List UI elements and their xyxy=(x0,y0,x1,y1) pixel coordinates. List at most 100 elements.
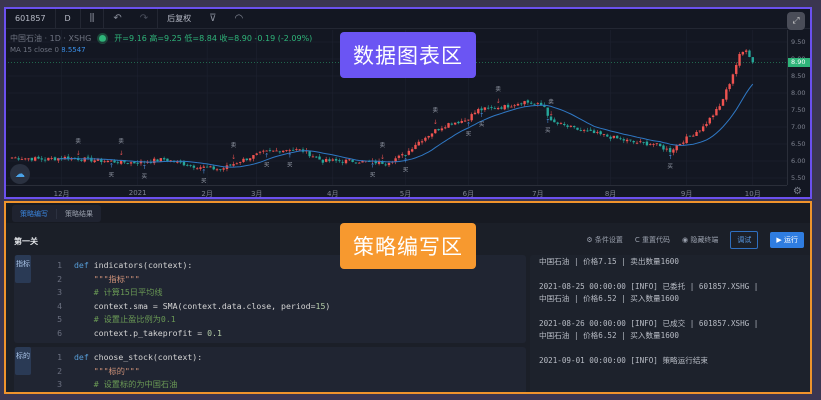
chart-toolbar: 601857 D ⫼ ↶ ↷ 后复权 ⊽ ◠ xyxy=(6,9,810,29)
sell-arrow: ↓ xyxy=(549,110,554,117)
candle-body xyxy=(453,122,457,125)
candle-body xyxy=(384,164,387,166)
candle-body xyxy=(252,155,255,159)
candle-body xyxy=(606,134,609,137)
redo-icon[interactable]: ↷ xyxy=(131,9,159,28)
code-token: context.p_takeprofit = xyxy=(74,327,208,338)
candle-body xyxy=(229,164,232,166)
reset-code-button[interactable]: C 重置代码 xyxy=(635,235,670,245)
candle-body xyxy=(576,127,579,130)
chart-area-label: 数据图表区 xyxy=(340,32,476,78)
candle-body xyxy=(589,129,592,131)
current-price-label: 8.90 xyxy=(788,57,810,67)
settings-gear-icon[interactable]: ⚙ xyxy=(793,186,802,197)
candle-body xyxy=(348,159,351,161)
candle-body xyxy=(328,159,331,162)
tab-strategy-result[interactable]: 策略结果 xyxy=(57,209,101,219)
fullscreen-button[interactable]: ⤢ xyxy=(787,12,805,30)
candle-body xyxy=(258,151,262,153)
candle-body xyxy=(268,150,272,151)
candle-body xyxy=(559,123,563,124)
candle-type-icon[interactable]: ⫼ xyxy=(81,9,105,28)
candle-body xyxy=(513,105,516,107)
candle-body xyxy=(86,156,90,158)
candle-body xyxy=(635,142,639,144)
candle-body xyxy=(536,103,540,105)
candle-body xyxy=(662,145,665,150)
code-token: # 设置标的为中国石油 xyxy=(93,379,178,390)
candle-body xyxy=(235,163,239,165)
code-line[interactable]: 1 def choose_stock(context): xyxy=(36,351,202,365)
buy-signal-label: 买 xyxy=(545,126,551,134)
time-label: 12月 xyxy=(53,190,70,198)
candle-body xyxy=(751,57,754,63)
time-label: 6月 xyxy=(462,190,475,198)
candle-body xyxy=(470,114,473,121)
candle-body xyxy=(424,137,427,141)
code-line[interactable]: 2 """指标""" xyxy=(36,273,330,287)
code-token: def xyxy=(74,260,94,270)
candle-body xyxy=(47,157,50,161)
debug-button[interactable]: 调试 xyxy=(730,231,759,249)
cloud-logo-icon: ☁ xyxy=(10,164,30,184)
candle-body xyxy=(715,109,718,116)
interval-selector[interactable]: D xyxy=(56,9,81,28)
code-block-stock[interactable]: 标的 1 def choose_stock(context): 2 """标的"""… xyxy=(14,347,526,392)
time-axis[interactable]: 12月 2021 2月 3月 4月 5月 6月 7月 8月 9月 10月 xyxy=(6,185,787,197)
candle-body xyxy=(401,154,404,156)
buy-signal-label: 买 xyxy=(142,172,148,180)
candle-body xyxy=(351,159,354,162)
buy-signal-label: 买 xyxy=(108,171,114,179)
code-line[interactable]: 4 context.sma = SMA(context.data.close, … xyxy=(36,300,330,314)
candle-body xyxy=(639,141,642,143)
code-editor[interactable]: 1 def indicators(context): 2 """指标""" 3 # 计… xyxy=(36,259,330,341)
candle-body xyxy=(262,150,265,152)
candle-body xyxy=(324,158,328,162)
candle-body xyxy=(493,108,497,110)
candle-body xyxy=(265,150,268,152)
undo-icon[interactable]: ↶ xyxy=(104,9,130,28)
sell-arrow: ↓ xyxy=(496,98,501,105)
candle-body xyxy=(116,162,120,164)
hide-terminal-button[interactable]: ◉ 隐藏终端 xyxy=(682,235,718,245)
candle-body xyxy=(281,150,285,153)
buy-arrow: ↑ xyxy=(403,158,408,165)
buy-signal-label: 买 xyxy=(264,161,270,169)
code-line[interactable]: 5 # 设置止盈比例为0.1 xyxy=(36,313,330,327)
code-token: def xyxy=(74,352,94,362)
candle-body xyxy=(248,158,252,161)
candle-body xyxy=(579,130,583,131)
candle-body xyxy=(510,106,513,108)
candle-body xyxy=(500,107,503,109)
candle-body xyxy=(649,144,652,146)
candle-body xyxy=(288,150,291,152)
code-line[interactable]: 6 context.p_takeprofit = 0.1 xyxy=(36,327,330,341)
code-line[interactable]: 3 # 计算15日平均线 xyxy=(36,286,330,300)
buy-arrow: ↑ xyxy=(370,163,375,170)
price-axis[interactable]: 9.509.008.508.007.507.006.506.005.508.90 xyxy=(787,30,810,185)
line-number: 5 xyxy=(57,314,62,325)
log-line: 中国石油 | 价格6.52 | 买入数量1600 xyxy=(539,294,679,303)
code-token: # 计算15日平均线 xyxy=(93,287,163,298)
conditions-button[interactable]: ⚙ 条件设置 xyxy=(586,235,623,245)
candle-body xyxy=(506,104,510,108)
tab-strategy-edit[interactable]: 策略编写 xyxy=(12,208,57,219)
code-line[interactable]: 3 # 设置标的为中国石油 xyxy=(36,378,202,392)
run-button[interactable]: ▶ 运行 xyxy=(770,232,804,248)
candle-body xyxy=(291,149,295,151)
terminal[interactable]: 2021-07-06 00:00:00 [INFO] 已成交 | 601857.… xyxy=(530,255,810,392)
candle-body xyxy=(126,163,129,164)
log-entry: 2021-07-06 00:00:00 [INFO] 已成交 | 601857.… xyxy=(539,255,758,268)
code-line[interactable]: 1 def indicators(context): xyxy=(36,259,330,273)
symbol-selector[interactable]: 601857 xyxy=(6,9,56,28)
filter-icon[interactable]: ⊽ xyxy=(200,9,225,28)
gauge-icon[interactable]: ◠ xyxy=(225,9,252,28)
price-label: 8.50 xyxy=(791,72,806,80)
price-label: 5.50 xyxy=(791,174,806,182)
code-editor[interactable]: 1 def choose_stock(context): 2 """标的""" 3 #… xyxy=(36,351,202,392)
candle-body xyxy=(410,149,414,152)
code-line[interactable]: 2 """标的""" xyxy=(36,365,202,379)
line-number: 2 xyxy=(57,365,62,376)
adjust-selector[interactable]: 后复权 xyxy=(158,9,200,28)
